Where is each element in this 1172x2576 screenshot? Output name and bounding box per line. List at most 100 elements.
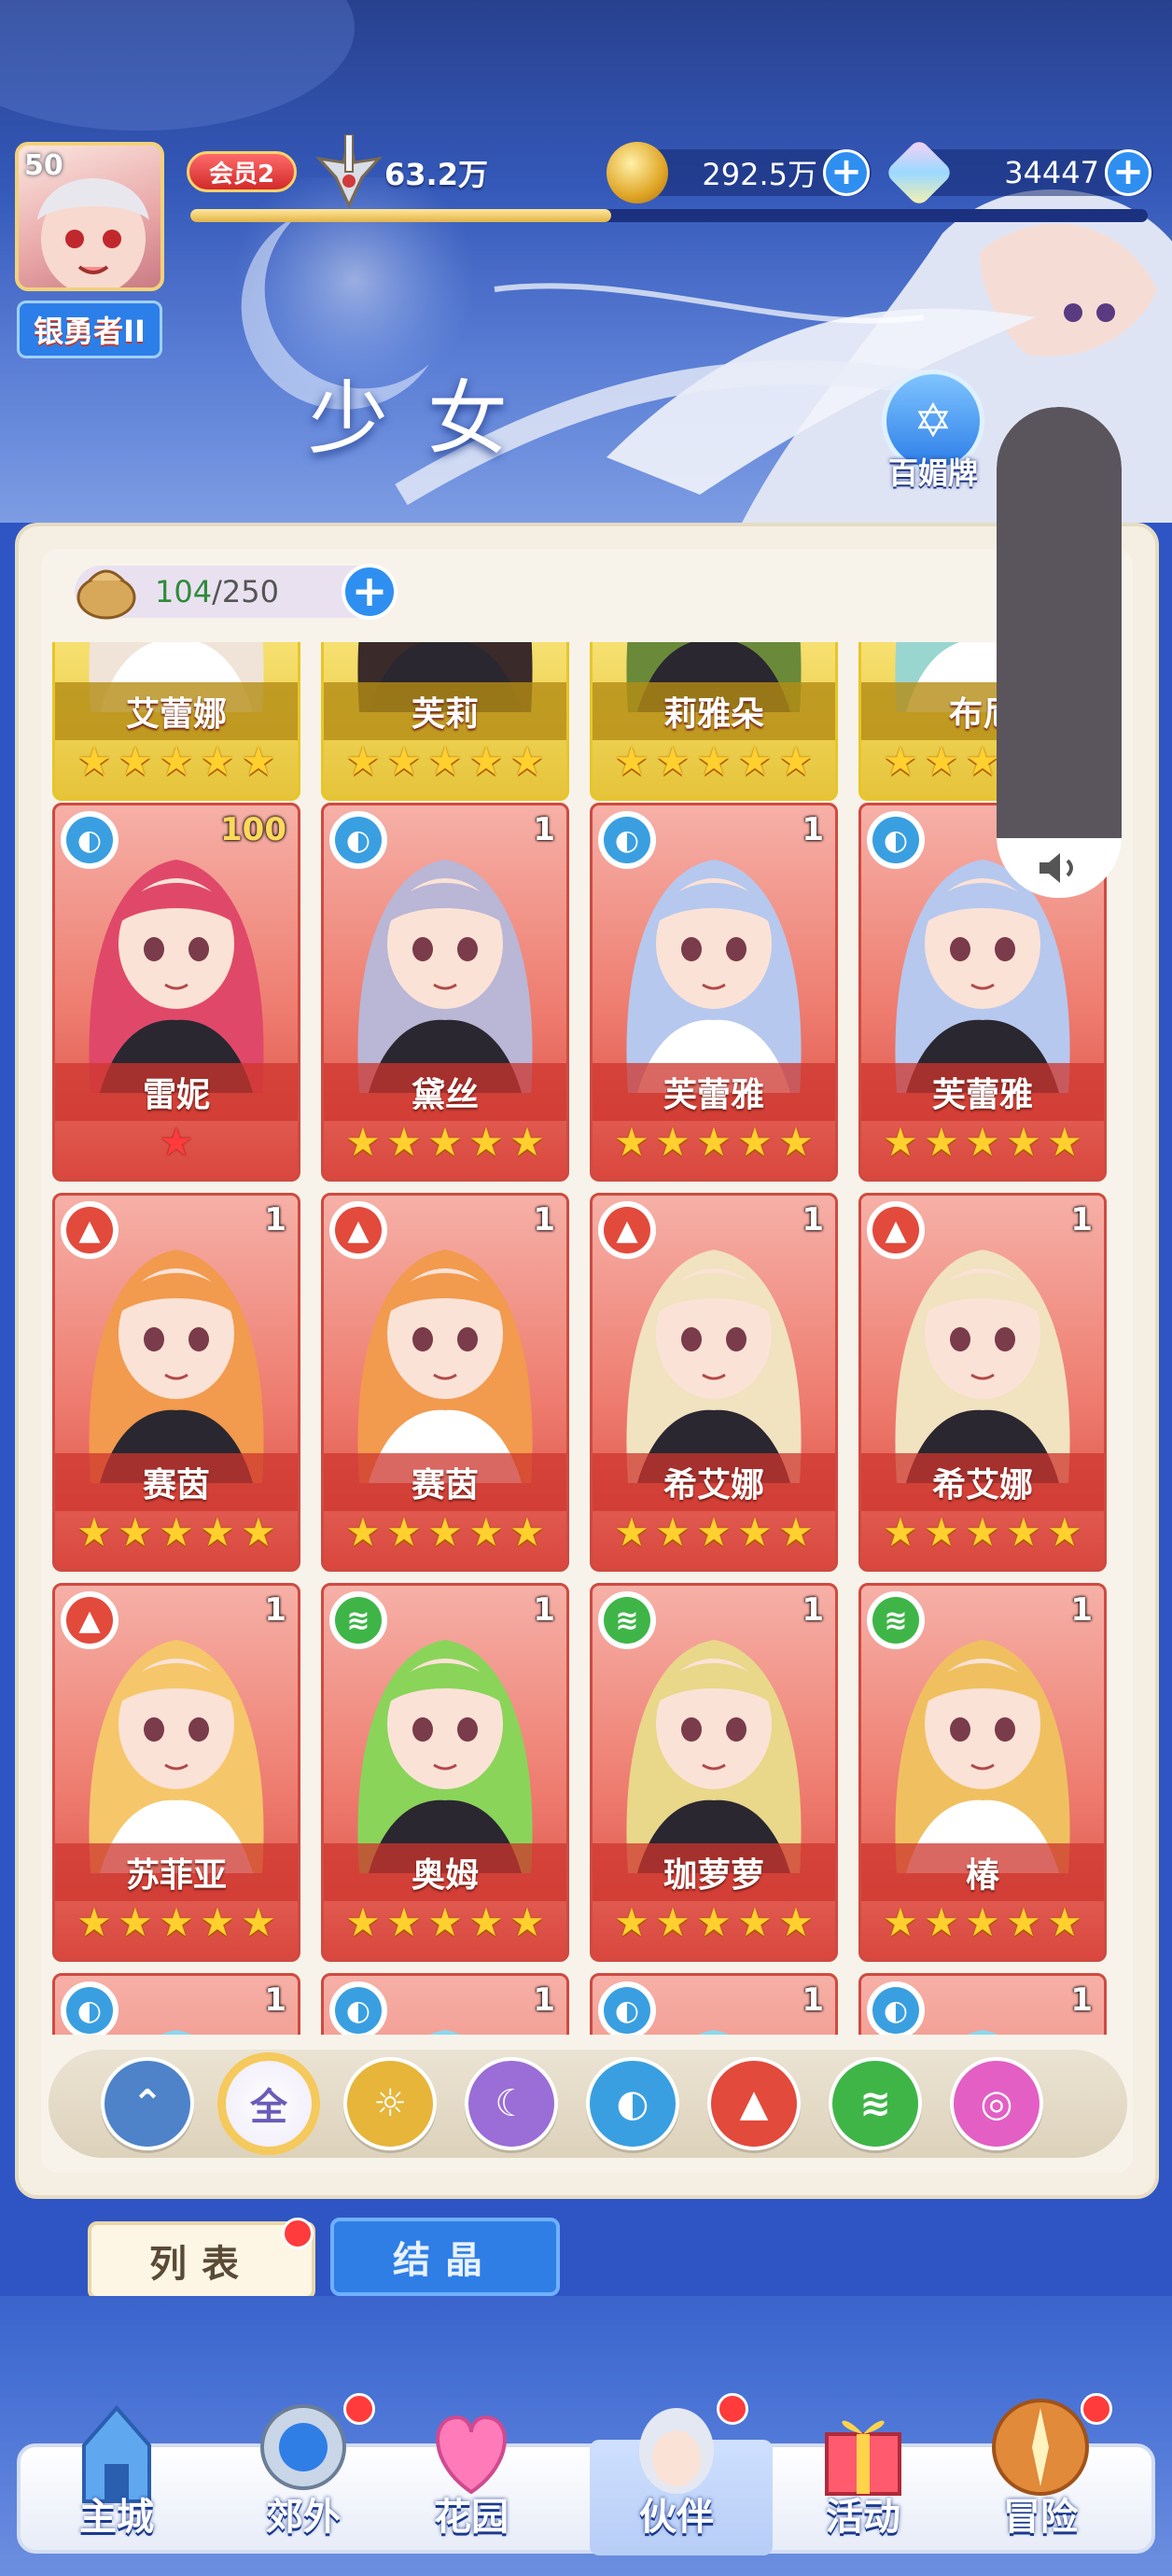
star-icon: ★ [778,1119,814,1165]
character-card[interactable]: 莉雅朵 ★ ★ ★ ★ ★ [590,642,838,801]
filter-all-button[interactable]: 全 [222,2057,315,2150]
star-rating: ★★★★★ [324,1513,566,1561]
water-element-glyph: ◐ [66,1987,113,2034]
character-card[interactable]: ≋ 1 奥姆 ★ ★ ★ ★ ★ [321,1583,569,1962]
character-card[interactable]: 艾蕾娜 ★ ★ ★ ★ ★ [52,642,300,801]
character-card[interactable]: ≋ 1 椿 ★ ★ ★ ★ ★ [858,1583,1107,1962]
character-level: 1 [802,1201,824,1239]
water-element-icon: ◐ [867,1981,925,2035]
character-card[interactable]: ▲ 1 苏菲亚 ★ ★ ★ ★ ★ [52,1583,300,1962]
star-icon: ★ [345,1899,381,1945]
fire-element-icon: ▲ [598,1201,656,1259]
nav-outskirts[interactable]: 郊外 [224,2389,383,2557]
character-card[interactable]: ≋ 1 珈萝萝 ★ ★ ★ ★ ★ [590,1583,838,1962]
water-element-glyph: ◐ [66,817,113,863]
star-icon: ★ [159,738,194,784]
fire-element-glyph: ▲ [66,1207,113,1253]
character-name: 希艾娜 [593,1453,835,1511]
star-icon: ★ [509,738,545,784]
star-icon: ★ [737,1119,773,1165]
star-icon: ★ [345,1509,381,1555]
character-card[interactable]: ◐1芙蕾雅★★★★★ [590,803,838,1182]
character-card[interactable]: ◐ 1 [52,1973,300,2035]
character-name: 赛茵 [55,1453,298,1511]
planet-icon: ◎ [980,2082,1013,2125]
character-card[interactable]: ▲ 1 赛茵 ★ ★ ★ ★ ★ [52,1193,300,1572]
star-icon: ★ [1047,1509,1082,1555]
add-gold-button[interactable]: + [823,149,870,196]
add-gems-button[interactable]: + [1105,149,1151,196]
fire-element-icon: ▲ [61,1201,119,1259]
nav-partner[interactable]: 伙伴 [597,2389,756,2557]
character-card[interactable]: ▲ 1 希艾娜 ★ ★ ★ ★ ★ [858,1193,1107,1572]
star-icon: ★ [386,1119,422,1165]
character-name: 奥姆 [324,1843,566,1901]
water-element-icon: ◐ [867,811,925,869]
filter-wind-button[interactable]: ≋ [829,2057,922,2150]
filter-light-button[interactable]: ☼ [343,2057,437,2150]
vip-badge[interactable]: 会员2 [187,151,297,192]
filter-water-button[interactable]: ◐ [586,2057,679,2150]
character-name: 希艾娜 [861,1453,1104,1511]
star-icon: ★ [696,738,732,784]
character-card[interactable]: ▲ 1 希艾娜 ★ ★ ★ ★ ★ [590,1193,838,1572]
character-card[interactable]: 芙莉 ★ ★ ★ ★ ★ [321,642,569,801]
water-element-glyph: ◐ [872,1987,919,2034]
nav-main-city[interactable]: 主城 [37,2389,196,2557]
xp-progress-bar [190,209,1148,222]
star-icon: ★ [965,1119,1000,1165]
star-icon: ★ [778,738,814,784]
star-icon: ★ [468,1899,504,1945]
star-icon: ★ [1006,1509,1041,1555]
character-card[interactable]: ◐ 1 [858,1973,1107,2035]
star-rating: ★★★★★ [593,1123,835,1171]
filter-fire-button[interactable]: ▲ [707,2057,801,2150]
star-icon: ★ [655,738,691,784]
expand-capacity-button[interactable]: + [342,564,398,620]
character-level: 1 [533,1201,555,1239]
star-icon: ★ [118,1899,153,1945]
fire-element-glyph: ▲ [872,1207,919,1253]
filter-chaos-button[interactable]: ◎ [950,2057,1043,2150]
capacity-separator: / [212,574,222,609]
nav-partner-label: 伙伴 [639,2496,714,2539]
star-icon: ★ [427,1899,463,1945]
character-name: 珈萝萝 [593,1843,835,1901]
star-icon: ★ [468,738,504,784]
player-avatar[interactable]: 50 [15,142,164,291]
roster-capacity: 104 / 250 + [75,564,398,620]
charm-card-label: 百媚牌 [887,455,978,491]
character-card[interactable]: ◐ 1 [590,1973,838,2035]
character-card[interactable]: ◐ 1 [321,1973,569,2035]
character-level: 1 [1070,1591,1093,1629]
nav-garden[interactable]: 花园 [392,2389,551,2557]
nav-adventure-badge [1081,2393,1112,2425]
star-icon: ★ [778,1899,814,1945]
character-card[interactable]: ◐ 1 黛丝 ★ ★ ★ ★ ★ [321,803,569,1182]
star-icon: ★ [1006,1899,1041,1945]
nav-adventure[interactable]: 冒险 [961,2389,1120,2557]
nav-adventure-label: 冒险 [1003,2496,1078,2539]
star-icon: ★ [118,738,153,784]
water-element-glyph: ◐ [335,1987,382,2034]
character-card[interactable]: ◐ 100 雷妮 ★ [52,803,300,1182]
character-card-grid[interactable]: 艾蕾娜★★★★★芙莉★★★★★莉雅朵★★★★★布尼★★★★★◐100雷妮★◐1黛… [52,642,1120,2035]
nav-garden-label: 花园 [434,2496,509,2539]
star-rating: ★★★★★ [324,1123,566,1171]
tab-list-badge [282,2218,314,2249]
star-icon: ★ [77,738,112,784]
star-icon: ★ [924,1119,959,1165]
water-element-icon: ◐ [598,1981,656,2035]
filter-sort-button[interactable]: ⌃ [101,2057,194,2150]
charm-card-button[interactable]: ✡ 百媚牌 [877,370,989,498]
star-rating: ★★★★★ [55,742,298,791]
filter-dark-button[interactable]: ☾ [465,2057,558,2150]
sword-shield-icon [315,134,383,209]
tab-crystal[interactable]: 结晶 [330,2218,560,2296]
nav-activity[interactable]: 活动 [784,2389,942,2557]
volume-slider[interactable] [997,407,1122,898]
character-card[interactable]: ▲ 1 赛茵 ★ ★ ★ ★ ★ [321,1193,569,1572]
star-icon: ★ [241,1509,276,1555]
star-icon: ★ [737,738,773,784]
star-icon: ★ [883,1899,918,1945]
